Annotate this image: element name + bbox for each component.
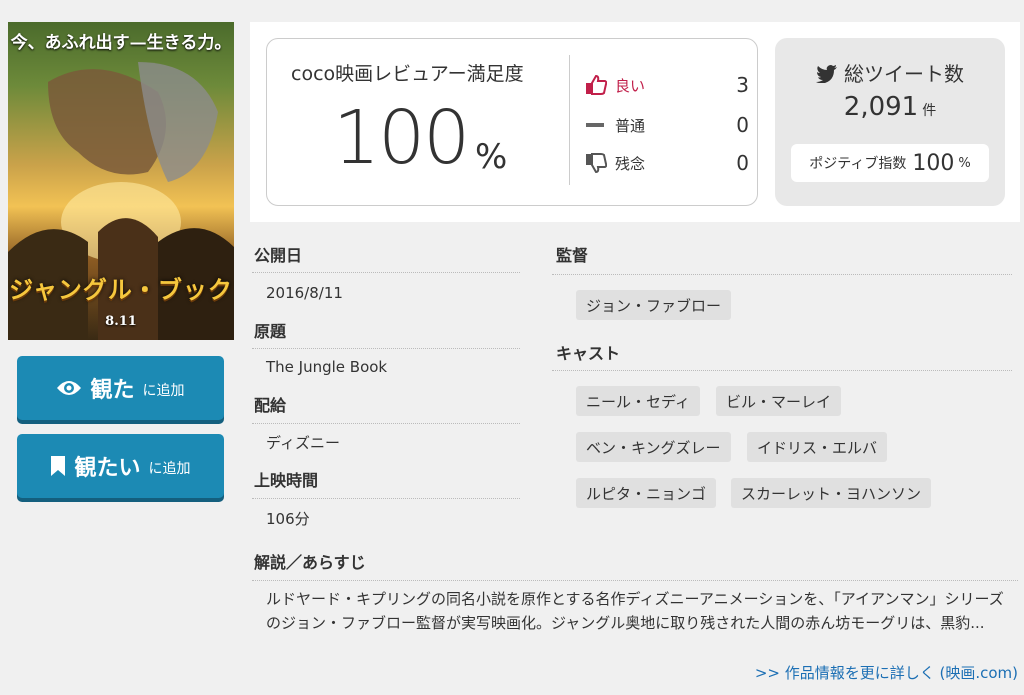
- thumbs-down-icon: [586, 153, 607, 173]
- vote-good-row: 良い 3: [585, 73, 749, 97]
- tweet-count-row: 2,091 件: [775, 92, 1005, 122]
- cast-tag[interactable]: スカーレット・ヨハンソン: [731, 478, 932, 508]
- eye-icon: [57, 381, 82, 395]
- rating-divider: [569, 55, 570, 185]
- divider: [552, 370, 1012, 371]
- vote-neutral-row: 普通 0: [585, 113, 749, 137]
- vote-bad-row: 残念 0: [585, 151, 749, 175]
- tweet-count: 2,091: [843, 92, 919, 122]
- more-info-link[interactable]: >> 作品情報を更に詳しく (映画.com): [755, 662, 1018, 683]
- divider: [252, 272, 520, 273]
- twitter-bird-icon: [816, 65, 837, 84]
- cast-tag[interactable]: ニール・セディ: [576, 386, 700, 416]
- divider: [252, 580, 1018, 581]
- rating-value: 100: [333, 95, 470, 181]
- original-title-label: 原題: [254, 322, 287, 341]
- runtime-value: 106分: [266, 510, 310, 528]
- cast-tag[interactable]: ビル・マーレイ: [716, 386, 842, 416]
- positive-label: ポジティブ指数: [809, 156, 907, 172]
- poster-tagline: 今、あふれ出す—生きる力。: [10, 33, 232, 53]
- tweet-box: 総ツイート数 2,091 件 ポジティブ指数 100 %: [775, 38, 1005, 206]
- thumbs-up-icon: [586, 75, 607, 95]
- vote-good-label: 良い: [615, 76, 646, 95]
- director-tag[interactable]: ジョン・ファブロー: [576, 290, 732, 320]
- add-want-suffix: に追加: [148, 461, 191, 477]
- add-seen-label: 観た: [90, 378, 135, 403]
- add-seen-button[interactable]: 観た に追加: [17, 356, 224, 420]
- poster-title: ジャングル・ブック: [9, 275, 233, 304]
- divider: [252, 498, 520, 499]
- cast-tag[interactable]: ルピタ・ニョンゴ: [576, 478, 717, 508]
- add-want-label: 観たい: [74, 456, 141, 481]
- cast-label: キャスト: [556, 344, 621, 363]
- distributor-value: ディズニー: [266, 434, 340, 452]
- tweet-count-unit: 件: [922, 103, 937, 119]
- release-date-value: 2016/8/11: [266, 284, 343, 302]
- vote-bad-label: 残念: [615, 154, 646, 173]
- rating-box: coco映画レビュアー満足度 100 % 良い 3 普通 0 残念 0: [266, 38, 758, 206]
- original-title-value: The Jungle Book: [266, 358, 388, 376]
- release-date-label: 公開日: [254, 246, 303, 265]
- divider: [552, 274, 1012, 275]
- add-want-button[interactable]: 観たい に追加: [17, 434, 224, 498]
- add-seen-suffix: に追加: [142, 383, 185, 399]
- dash-icon: [586, 123, 604, 127]
- divider: [252, 348, 520, 349]
- synopsis-label: 解説／あらすじ: [254, 553, 366, 572]
- positive-unit: %: [958, 155, 971, 171]
- cast-tag[interactable]: イドリス・エルバ: [747, 432, 888, 462]
- rating-label: coco映画レビュアー満足度: [291, 63, 524, 85]
- tweet-title: 総ツイート数: [844, 62, 964, 86]
- director-label: 監督: [556, 246, 589, 265]
- vote-neutral-count: 0: [736, 113, 749, 137]
- distributor-label: 配給: [254, 396, 287, 415]
- synopsis-text: ルドヤード・キプリングの同名小説を原作とする名作ディズニーアニメーションを、「ア…: [266, 590, 1004, 632]
- cast-tag[interactable]: ベン・キングズレー: [576, 432, 731, 462]
- vote-bad-count: 0: [736, 151, 749, 175]
- bookmark-icon: [51, 456, 66, 476]
- movie-poster: 今、あふれ出す—生きる力。 ジャングル・ブック 8.11: [8, 22, 234, 340]
- vote-good-count: 3: [736, 73, 749, 97]
- positive-value: 100: [912, 150, 955, 176]
- runtime-label: 上映時間: [254, 471, 319, 490]
- rating-unit: %: [475, 137, 508, 177]
- poster-date: 8.11: [105, 314, 137, 329]
- tweet-title-row: 総ツイート数: [775, 58, 1005, 87]
- positive-index: ポジティブ指数 100 %: [791, 144, 989, 182]
- divider: [252, 423, 520, 424]
- vote-neutral-label: 普通: [615, 116, 646, 135]
